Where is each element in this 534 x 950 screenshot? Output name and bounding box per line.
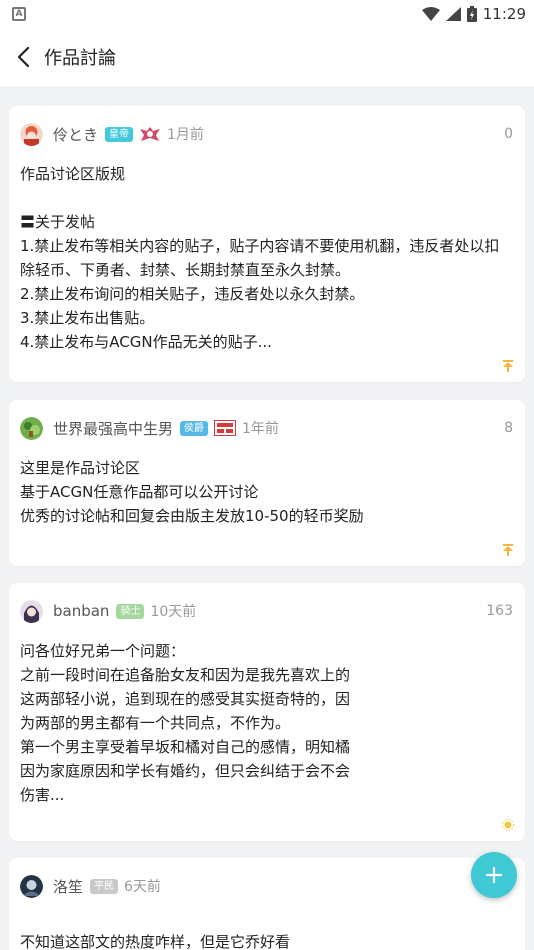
pin-icon bbox=[502, 360, 514, 372]
post-time: 10天前 bbox=[150, 604, 197, 620]
post-header: 世界最强高中生男 侯爵 1年前 8 bbox=[9, 400, 525, 456]
pin-icon bbox=[502, 544, 514, 556]
medal-icon bbox=[139, 126, 161, 142]
rank-badge: 平民 bbox=[90, 878, 119, 894]
post-card[interactable]: banban 骑士 10天前 163 问各位好兄弟一个问题： 之前一段时间在追备… bbox=[9, 583, 525, 841]
post-text: 这里是作品讨论区 基于ACGN任意作品都可以公开讨论 优秀的讨论帖和回复会由版主… bbox=[20, 459, 364, 525]
reply-count: 0 bbox=[504, 126, 513, 142]
battery-icon bbox=[466, 6, 477, 22]
back-arrow-icon[interactable] bbox=[10, 44, 36, 70]
app-notification-icon: A bbox=[12, 7, 26, 21]
status-indicators: 11:29 bbox=[421, 5, 526, 23]
username[interactable]: 洛笙 bbox=[53, 876, 83, 897]
avatar[interactable] bbox=[20, 874, 43, 898]
plus-icon bbox=[485, 866, 503, 884]
rank-badge: 皇帝 bbox=[105, 126, 134, 142]
reply-count: 8 bbox=[504, 420, 513, 436]
post-card[interactable]: 洛笙 平民 6天前 不知道这部文的热度咋样，但是它乔好看 bbox=[9, 858, 525, 950]
post-content: 不知道这部文的热度咋样，但是它乔好看 bbox=[9, 914, 525, 950]
post-time: 6天前 bbox=[124, 879, 161, 895]
post-time: 1年前 bbox=[242, 421, 279, 437]
page-title: 作品討論 bbox=[44, 48, 116, 69]
post-content: 问各位好兄弟一个问题： 之前一段时间在追备胎女友和因为是我先喜欢上的 这两部轻小… bbox=[9, 639, 525, 807]
wifi-icon bbox=[421, 7, 440, 21]
rank-badge: 骑士 bbox=[116, 603, 145, 619]
username[interactable]: 伶とき bbox=[53, 124, 98, 145]
app-bar: 作品討論 bbox=[0, 28, 534, 86]
sun-icon bbox=[502, 819, 514, 831]
post-text: 问各位好兄弟一个问题： 之前一段时间在追备胎女友和因为是我先喜欢上的 这两部轻小… bbox=[20, 642, 351, 804]
rank-badge: 侯爵 bbox=[180, 420, 209, 436]
new-post-button[interactable] bbox=[471, 852, 517, 898]
post-time: 1月前 bbox=[167, 127, 204, 143]
clock: 11:29 bbox=[482, 5, 526, 23]
post-content: 这里是作品讨论区 基于ACGN任意作品都可以公开讨论 优秀的讨论帖和回复会由版主… bbox=[9, 456, 525, 528]
avatar[interactable] bbox=[20, 122, 43, 146]
post-header: banban 骑士 10天前 163 bbox=[9, 583, 525, 639]
reply-count: 163 bbox=[486, 603, 513, 619]
post-header: 伶とき 皇帝 1月前 0 bbox=[9, 106, 525, 162]
medal-icon bbox=[214, 420, 237, 436]
status-bar: A 11:29 bbox=[0, 0, 534, 28]
post-text: 作品讨论区版规 〓关于发帖 1.禁止发布等相关内容的贴子，贴子内容请不要使用机翻… bbox=[20, 165, 500, 351]
post-text: 不知道这部文的热度咋样，但是它乔好看 bbox=[20, 933, 291, 950]
username[interactable]: banban bbox=[53, 602, 109, 620]
signal-icon bbox=[445, 7, 461, 21]
avatar[interactable] bbox=[20, 416, 43, 440]
post-content: 作品讨论区版规 〓关于发帖 1.禁止发布等相关内容的贴子，贴子内容请不要使用机翻… bbox=[9, 162, 525, 354]
avatar[interactable] bbox=[20, 599, 43, 623]
post-card[interactable]: 伶とき 皇帝 1月前 0 作品讨论区版规 〓关于发帖 1.禁止发布等相关内容的贴… bbox=[9, 106, 525, 382]
post-header: 洛笙 平民 6天前 bbox=[9, 858, 525, 914]
post-card[interactable]: 世界最强高中生男 侯爵 1年前 8 这里是作品讨论区 基于ACGN任意作品都可以… bbox=[9, 400, 525, 566]
username[interactable]: 世界最强高中生男 bbox=[53, 418, 173, 439]
